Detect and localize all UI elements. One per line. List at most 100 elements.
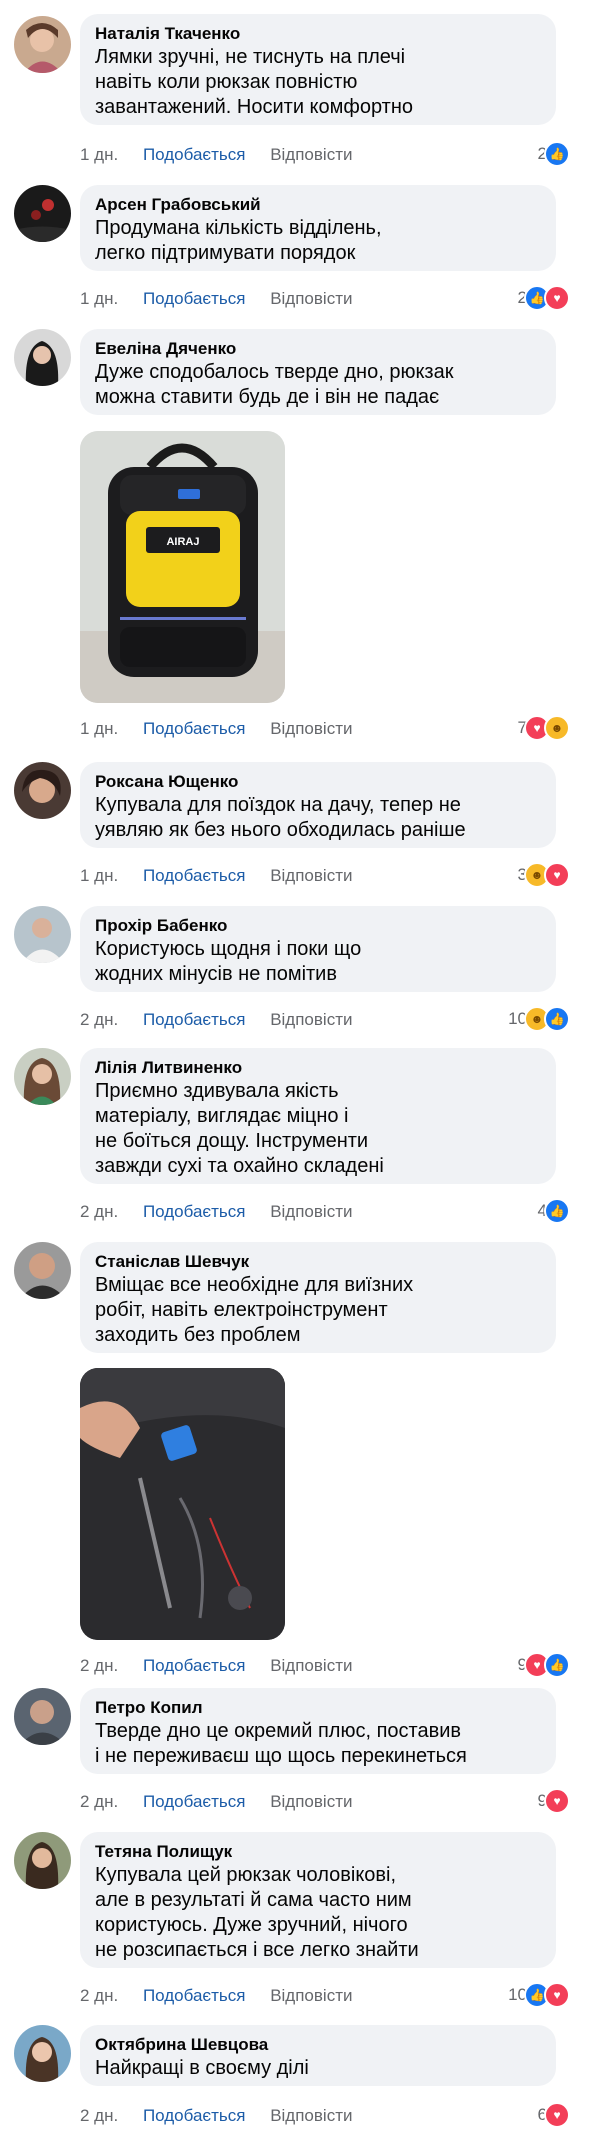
avatar[interactable] [14, 1048, 71, 1105]
comment-author[interactable]: Евеліна Дяченко [95, 338, 541, 360]
comment-author[interactable]: Лілія Литвиненко [95, 1057, 541, 1079]
like-reaction-icon: 👍 [544, 1652, 570, 1678]
reply-button[interactable]: Відповісти [270, 2106, 352, 2125]
comment-actions: 2 дн. Подобається Відповісти [80, 2106, 352, 2126]
reaction-summary[interactable]: 4 👍 [538, 1198, 570, 1224]
reply-button[interactable]: Відповісти [270, 1010, 352, 1029]
comment-actions: 2 дн. Подобається Відповісти [80, 1792, 352, 1812]
reply-button[interactable]: Відповісти [270, 1792, 352, 1811]
comment-text: Купувала цей рюкзак чоловікові, але в ре… [95, 1864, 419, 1961]
reaction-summary[interactable]: 9 ♥ 👍 [518, 1652, 570, 1678]
comment-photo[interactable]: AIRAJ [80, 431, 285, 703]
comment-actions: 1 дн. Подобається Відповісти [80, 866, 352, 886]
comment-text: Купувала для поїздок на дачу, тепер не у… [95, 794, 466, 841]
comment-text: Приємно здивувала якість матеріалу, вигл… [95, 1080, 384, 1177]
comment-author[interactable]: Наталія Ткаченко [95, 23, 541, 45]
comment-author[interactable]: Роксана Ющенко [95, 771, 541, 793]
comment-bubble: Наталія Ткаченко Лямки зручні, не тиснут… [80, 14, 556, 125]
comment-time[interactable]: 1 дн. [80, 719, 118, 738]
comment-author[interactable]: Петро Копил [95, 1697, 541, 1719]
reply-button[interactable]: Відповісти [270, 866, 352, 885]
reaction-summary[interactable]: 2 👍 ♥ [518, 285, 570, 311]
comment-actions: 2 дн. Подобається Відповісти [80, 1202, 352, 1222]
comment-bubble: Евеліна Дяченко Дуже сподобалось тверде … [80, 329, 556, 415]
comment-text: Дуже сподобалось тверде дно, рюкзак можн… [95, 361, 454, 408]
comment-text: Тверде дно це окремий плюс, поставив і н… [95, 1720, 467, 1767]
like-reaction-icon: 👍 [544, 1198, 570, 1224]
avatar[interactable] [14, 1688, 71, 1745]
avatar[interactable] [14, 2025, 71, 2082]
comment-bubble: Роксана Ющенко Купувала для поїздок на д… [80, 762, 556, 848]
comment-time[interactable]: 2 дн. [80, 1792, 118, 1811]
reaction-summary[interactable]: 10 ☻ 👍 [508, 1006, 570, 1032]
avatar[interactable] [14, 16, 71, 73]
comment-bubble: Прохір Бабенко Користуюсь щодня і поки щ… [80, 906, 556, 992]
like-button[interactable]: Подобається [143, 145, 246, 164]
comment-bubble: Станіслав Шевчук Вміщає все необхідне дл… [80, 1242, 556, 1353]
comment-actions: 1 дн. Подобається Відповісти [80, 289, 352, 309]
like-button[interactable]: Подобається [143, 719, 246, 738]
love-reaction-icon: ♥ [544, 1788, 570, 1814]
like-button[interactable]: Подобається [143, 1010, 246, 1029]
reaction-summary[interactable]: 3 ☻ ♥ [518, 862, 570, 888]
comment-bubble: Октябрина Шевцова Найкращі в своєму ділі [80, 2025, 556, 2086]
reply-button[interactable]: Відповісти [270, 289, 352, 308]
comment-time[interactable]: 1 дн. [80, 145, 118, 164]
avatar[interactable] [14, 762, 71, 819]
reply-button[interactable]: Відповісти [270, 1986, 352, 2005]
reaction-summary[interactable]: 6 ♥ [538, 2102, 570, 2128]
comment-time[interactable]: 2 дн. [80, 2106, 118, 2125]
reaction-summary[interactable]: 9 ♥ [538, 1788, 570, 1814]
love-reaction-icon: ♥ [544, 1982, 570, 2008]
reply-button[interactable]: Відповісти [270, 145, 352, 164]
like-button[interactable]: Подобається [143, 1986, 246, 2005]
comment-text: Найкращі в своєму ділі [95, 2057, 309, 2079]
comment-time[interactable]: 2 дн. [80, 1202, 118, 1221]
love-reaction-icon: ♥ [544, 2102, 570, 2128]
comment-text: Лямки зручні, не тиснуть на плечі навіть… [95, 46, 413, 118]
comment-actions: 1 дн. Подобається Відповісти [80, 719, 352, 739]
comment-text: Продумана кількість відділень, легко під… [95, 217, 382, 264]
reply-button[interactable]: Відповісти [270, 1202, 352, 1221]
comment-bubble: Лілія Литвиненко Приємно здивувала якіст… [80, 1048, 556, 1184]
comment-author[interactable]: Тетяна Полищук [95, 1841, 541, 1863]
comment-time[interactable]: 1 дн. [80, 866, 118, 885]
like-reaction-icon: 👍 [544, 1006, 570, 1032]
comment-author[interactable]: Станіслав Шевчук [95, 1251, 541, 1273]
love-reaction-icon: ♥ [544, 862, 570, 888]
reaction-summary[interactable]: 2 👍 [538, 141, 570, 167]
reaction-summary[interactable]: 10 👍 ♥ [508, 1982, 570, 2008]
avatar[interactable] [14, 185, 71, 242]
comment-time[interactable]: 2 дн. [80, 1656, 118, 1675]
comment-author[interactable]: Прохір Бабенко [95, 915, 541, 937]
comment-actions: 1 дн. Подобається Відповісти [80, 145, 352, 165]
reply-button[interactable]: Відповісти [270, 1656, 352, 1675]
comment-time[interactable]: 1 дн. [80, 289, 118, 308]
comment-time[interactable]: 2 дн. [80, 1986, 118, 2005]
comment-bubble: Петро Копил Тверде дно це окремий плюс, … [80, 1688, 556, 1774]
comment-text: Користуюсь щодня і поки що жодних мінусі… [95, 938, 362, 985]
avatar[interactable] [14, 329, 71, 386]
avatar[interactable] [14, 1242, 71, 1299]
comment-bubble: Арсен Грабовський Продумана кількість ві… [80, 185, 556, 271]
comment-bubble: Тетяна Полищук Купувала цей рюкзак чолов… [80, 1832, 556, 1968]
like-button[interactable]: Подобається [143, 1202, 246, 1221]
like-button[interactable]: Подобається [143, 1656, 246, 1675]
avatar[interactable] [14, 906, 71, 963]
reaction-summary[interactable]: 7 ♥ ☻ [518, 715, 570, 741]
like-button[interactable]: Подобається [143, 866, 246, 885]
comment-time[interactable]: 2 дн. [80, 1010, 118, 1029]
like-button[interactable]: Подобається [143, 2106, 246, 2125]
avatar[interactable] [14, 1832, 71, 1889]
reply-button[interactable]: Відповісти [270, 719, 352, 738]
comment-author[interactable]: Октябрина Шевцова [95, 2034, 541, 2056]
comment-text: Вміщає все необхідне для виїзних робіт, … [95, 1274, 414, 1346]
comment-actions: 2 дн. Подобається Відповісти [80, 1656, 352, 1676]
comment-author[interactable]: Арсен Грабовський [95, 194, 541, 216]
brand-label: AIRAJ [166, 536, 199, 548]
like-button[interactable]: Подобається [143, 289, 246, 308]
comment-actions: 2 дн. Подобається Відповісти [80, 1986, 352, 2006]
like-reaction-icon: 👍 [544, 141, 570, 167]
comment-photo[interactable] [80, 1368, 285, 1640]
like-button[interactable]: Подобається [143, 1792, 246, 1811]
